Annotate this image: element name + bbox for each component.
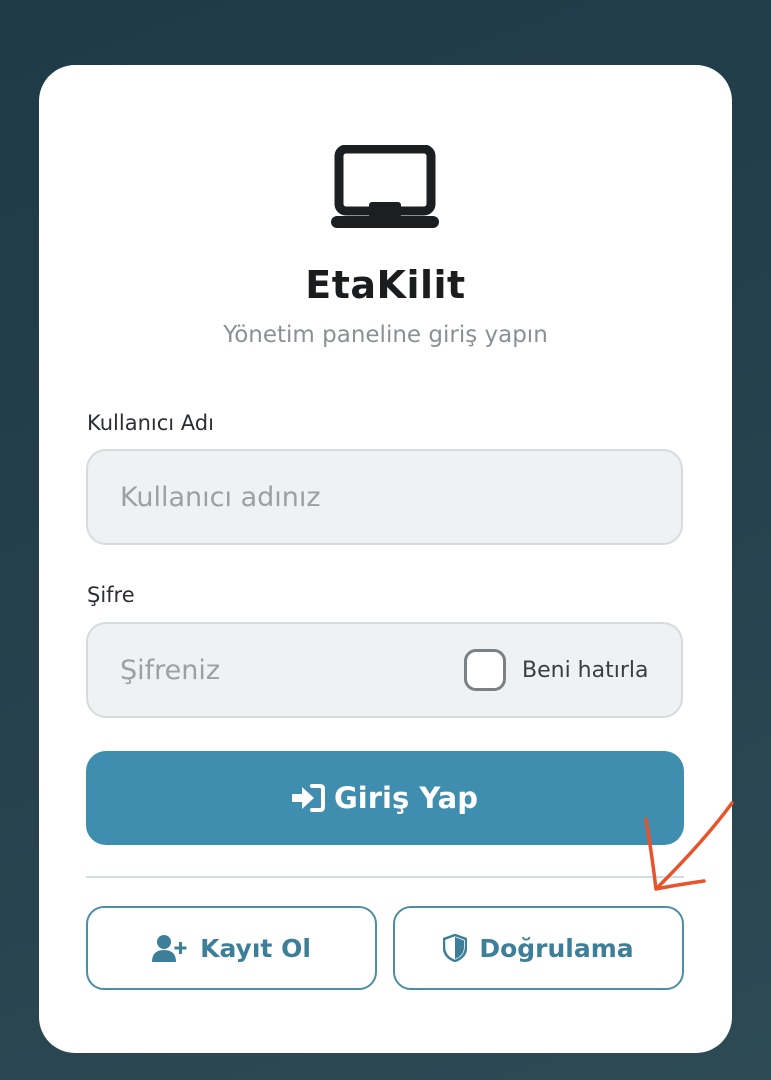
verification-button[interactable]: Doğrulama	[393, 906, 684, 990]
remember-me-checkbox[interactable]	[464, 649, 506, 691]
password-input[interactable]	[120, 624, 440, 716]
remember-me-toggle[interactable]: Beni hatırla	[464, 647, 648, 693]
password-field-container: Beni hatırla	[86, 622, 683, 718]
login-button[interactable]: Giriş Yap	[86, 751, 684, 845]
register-button-label: Kayıt Ol	[200, 933, 311, 963]
divider	[86, 876, 684, 878]
username-label: Kullanıcı Adı	[87, 411, 214, 435]
laptop-icon	[331, 145, 439, 228]
login-button-label: Giriş Yap	[333, 781, 478, 815]
password-label: Şifre	[87, 583, 135, 607]
verification-button-label: Doğrulama	[479, 933, 634, 963]
username-input[interactable]	[120, 451, 640, 543]
login-card: EtaKilit Yönetim paneline giriş yapın Ku…	[39, 65, 732, 1053]
username-field-container	[86, 449, 683, 545]
app-title: EtaKilit	[305, 263, 466, 307]
register-button[interactable]: Kayıt Ol	[86, 906, 377, 990]
sign-in-icon	[291, 784, 325, 812]
shield-icon	[443, 934, 468, 962]
remember-me-label: Beni hatırla	[522, 657, 649, 683]
app-subtitle: Yönetim paneline giriş yapın	[223, 322, 548, 348]
user-plus-icon	[152, 935, 187, 962]
